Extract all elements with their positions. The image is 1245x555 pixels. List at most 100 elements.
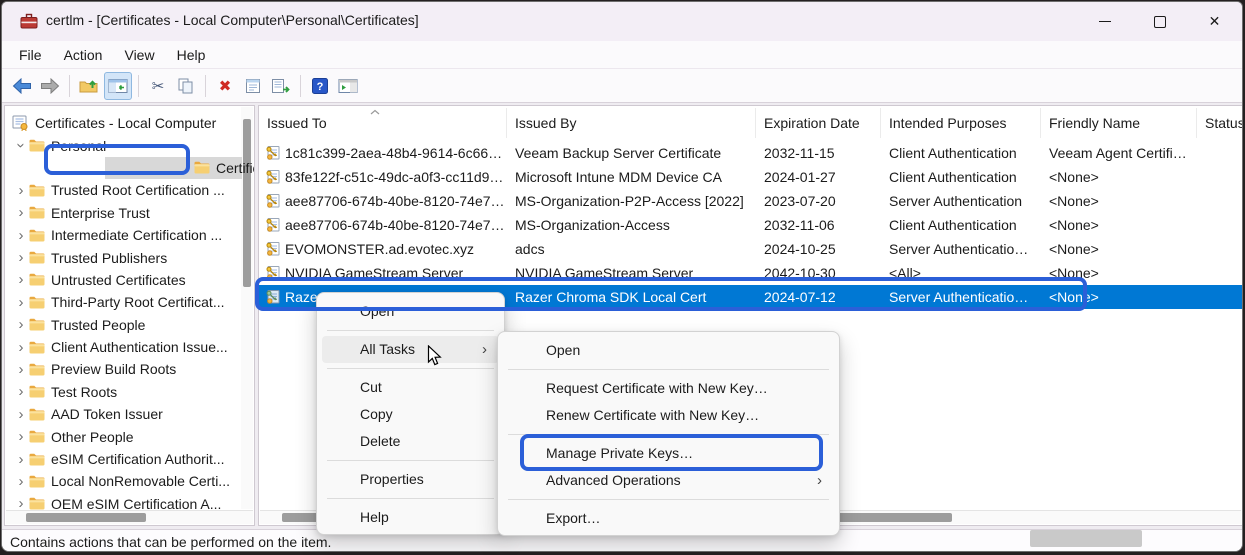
chevron-collapsed-icon[interactable]: › [13, 183, 29, 198]
tree-item-personal[interactable]: › Personal [5, 134, 247, 156]
tree-horizontal-scrollbar[interactable] [6, 510, 253, 524]
mouse-cursor-icon [427, 345, 442, 367]
title-bar: certlm - [Certificates - Local Computer\… [2, 2, 1242, 41]
menu-view[interactable]: View [113, 44, 165, 66]
table-row-ms-org-p2p[interactable]: aee87706-674b-40be-8120-74e7… MS-Organiz… [259, 189, 1242, 213]
properties-button[interactable] [240, 73, 266, 99]
tree-item-local-nonremovable[interactable]: ›Local NonRemovable Certi... [5, 470, 247, 492]
tree-item-enterprise-trust[interactable]: ›Enterprise Trust [5, 202, 247, 224]
close-button[interactable]: ✕ [1187, 2, 1242, 41]
column-header-issued-to[interactable]: Issued To [259, 108, 507, 138]
table-row-evomonster[interactable]: EVOMONSTER.ad.evotec.xyz adcs 2024-10-25… [259, 237, 1242, 261]
chevron-collapsed-icon[interactable]: › [13, 429, 29, 444]
scrollbar-thumb[interactable] [243, 119, 251, 287]
context-menu-item-open[interactable]: Open [322, 298, 499, 325]
column-header-status[interactable]: Status [1197, 108, 1243, 138]
submenu-item-export[interactable]: Export… [503, 505, 834, 532]
tree-item-intermediate[interactable]: ›Intermediate Certification ... [5, 224, 247, 246]
console-tree-pane: Certificates - Local Computer › Personal… [4, 105, 255, 526]
tree: Certificates - Local Computer › Personal… [5, 112, 239, 515]
context-menu-item-help[interactable]: Help [322, 504, 499, 531]
column-header-friendly-name[interactable]: Friendly Name [1041, 108, 1197, 138]
tree-item-esim-cert-authorities[interactable]: ›eSIM Certification Authorit... [5, 448, 247, 470]
menu-help[interactable]: Help [166, 44, 217, 66]
chevron-collapsed-icon[interactable]: › [13, 295, 29, 310]
chevron-collapsed-icon[interactable]: › [13, 452, 29, 467]
context-menu-item-copy[interactable]: Copy [322, 401, 499, 428]
chevron-collapsed-icon[interactable]: › [13, 407, 29, 422]
minimize-icon [1099, 21, 1111, 22]
back-button[interactable] [9, 73, 35, 99]
table-row-nvidia[interactable]: NVIDIA GameStream Server NVIDIA GameStre… [259, 261, 1242, 285]
menu-separator [508, 369, 829, 370]
chevron-collapsed-icon[interactable]: › [13, 496, 29, 511]
submenu-item-renew-certificate[interactable]: Renew Certificate with New Key… [503, 402, 834, 429]
tree-item-trusted-root[interactable]: ›Trusted Root Certification ... [5, 179, 247, 201]
cut-button[interactable]: ✂ [145, 73, 171, 99]
menu-separator [508, 434, 829, 435]
chevron-collapsed-icon[interactable]: › [13, 317, 29, 332]
show-console-tree-button[interactable] [104, 72, 132, 100]
context-menu-item-cut[interactable]: Cut [322, 374, 499, 401]
export-list-icon [271, 78, 291, 94]
tree-item-trusted-people[interactable]: ›Trusted People [5, 314, 247, 336]
tree-item-client-auth-issuers[interactable]: ›Client Authentication Issue... [5, 336, 247, 358]
chevron-collapsed-icon[interactable]: › [13, 362, 29, 377]
chevron-collapsed-icon[interactable]: › [13, 474, 29, 489]
maximize-icon [1154, 16, 1166, 28]
column-header-intended-purposes[interactable]: Intended Purposes [881, 108, 1041, 138]
minimize-button[interactable] [1077, 2, 1132, 41]
tree-item-aad-token-issuer[interactable]: ›AAD Token Issuer [5, 403, 247, 425]
table-row-veeam[interactable]: 1c81c399-2aea-48b4-9614-6c66… Veeam Back… [259, 141, 1242, 165]
chevron-collapsed-icon[interactable]: › [13, 340, 29, 355]
tree-item-trusted-publishers[interactable]: ›Trusted Publishers [5, 246, 247, 268]
context-menu-item-all-tasks[interactable]: All Tasks› [322, 336, 499, 363]
up-one-level-button[interactable] [76, 73, 102, 99]
window-title: certlm - [Certificates - Local Computer\… [46, 12, 419, 28]
chevron-collapsed-icon[interactable]: › [13, 250, 29, 265]
tree-item-third-party-root[interactable]: ›Third-Party Root Certificat... [5, 291, 247, 313]
copy-icon [177, 78, 195, 94]
delete-icon: ✖ [219, 77, 232, 95]
folder-icon [29, 139, 45, 152]
export-list-button[interactable] [268, 73, 294, 99]
menu-file[interactable]: File [8, 44, 53, 66]
help-button[interactable]: ? [307, 73, 333, 99]
chevron-collapsed-icon[interactable]: › [13, 272, 29, 287]
copy-button[interactable] [173, 73, 199, 99]
certificate-key-icon [265, 193, 281, 209]
console-tree-icon [108, 78, 128, 94]
certificate-key-icon [265, 241, 281, 257]
menu-action[interactable]: Action [53, 44, 114, 66]
tree-item-other-people[interactable]: ›Other People [5, 425, 247, 447]
certificate-key-icon [265, 169, 281, 185]
forward-button[interactable] [37, 73, 63, 99]
context-menu-item-delete[interactable]: Delete [322, 428, 499, 455]
chevron-collapsed-icon[interactable]: › [13, 205, 29, 220]
table-row-intune[interactable]: 83fe122f-c51c-49dc-a0f3-cc11d9… Microsof… [259, 165, 1242, 189]
scrollbar-thumb[interactable] [26, 513, 146, 522]
table-row-ms-org-access[interactable]: aee87706-674b-40be-8120-74e7… MS-Organiz… [259, 213, 1242, 237]
svg-text:?: ? [317, 81, 324, 93]
chevron-expanded-icon[interactable]: › [14, 138, 29, 154]
submenu-item-manage-private-keys[interactable]: Manage Private Keys… [503, 440, 834, 467]
tree-item-preview-build-roots[interactable]: ›Preview Build Roots [5, 358, 247, 380]
properties-icon [244, 78, 262, 94]
submenu-item-request-certificate[interactable]: Request Certificate with New Key… [503, 375, 834, 402]
context-menu-item-properties[interactable]: Properties [322, 466, 499, 493]
tree-item-certificates[interactable]: Certificates [5, 157, 255, 179]
submenu-item-open[interactable]: Open [503, 337, 834, 364]
chevron-collapsed-icon[interactable]: › [13, 384, 29, 399]
show-action-pane-button[interactable] [335, 73, 361, 99]
tree-item-test-roots[interactable]: ›Test Roots [5, 381, 247, 403]
column-header-issued-by[interactable]: Issued By [507, 108, 756, 138]
menu-separator [327, 368, 494, 369]
chevron-collapsed-icon[interactable]: › [13, 228, 29, 243]
tree-root-certificates-local-computer[interactable]: Certificates - Local Computer [5, 112, 245, 134]
tree-item-untrusted-certificates[interactable]: ›Untrusted Certificates [5, 269, 247, 291]
delete-button[interactable]: ✖ [212, 73, 238, 99]
column-header-expiration-date[interactable]: Expiration Date [756, 108, 881, 138]
submenu-item-advanced-operations[interactable]: Advanced Operations› [503, 467, 834, 494]
folder-icon [29, 273, 45, 286]
maximize-button[interactable] [1132, 2, 1187, 41]
